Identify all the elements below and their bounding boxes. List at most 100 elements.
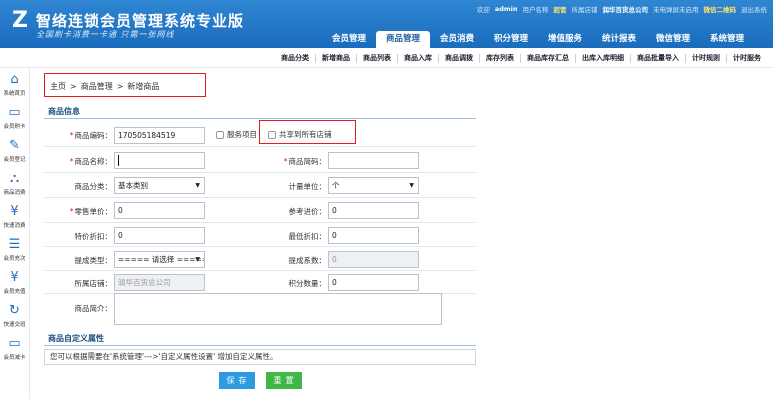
- subnav-stock-in[interactable]: 商品入库: [397, 53, 438, 63]
- nav-reports[interactable]: 统计报表: [592, 31, 646, 48]
- subnav-io-detail[interactable]: 出库入库明细: [575, 53, 630, 63]
- row-divider: [44, 197, 476, 198]
- price-label: *零售单价：: [69, 207, 112, 216]
- service-checkbox[interactable]: 服务项目: [216, 129, 257, 140]
- main-nav: 会员管理 商品管理 会员消费 积分管理 增值服务 统计报表 微信管理 系统管理: [322, 31, 754, 48]
- row-divider: [44, 270, 476, 271]
- reset-button[interactable]: 重置: [266, 372, 302, 389]
- current-user: admin: [494, 5, 518, 13]
- points-input[interactable]: 0: [328, 274, 419, 291]
- logout-link[interactable]: 退出系统: [741, 4, 767, 14]
- text-cursor: [118, 155, 119, 166]
- chevron-down-icon: ▼: [409, 182, 414, 189]
- yen-icon: ¥: [10, 204, 19, 219]
- sidebar-item-shift[interactable]: ↻ 快速交班: [0, 299, 29, 332]
- store-label: 所属店铺：: [74, 279, 113, 288]
- subnav-category[interactable]: 商品分类: [275, 54, 315, 63]
- intro-label: 商品简介：: [74, 304, 113, 313]
- sidebar: ⌂ 系统首页 ▭ 会员刷卡 ✎ 会员登记 ⛬ 商品消费 ¥ 快速消费 ☰ 会员充…: [0, 68, 30, 399]
- row-divider: [44, 146, 476, 147]
- discount-label: 特价折扣：: [74, 232, 113, 241]
- sidebar-item-recharge[interactable]: ¥ 会员充值: [0, 266, 29, 299]
- category-label: 商品分类：: [74, 182, 113, 191]
- sidebar-item-home[interactable]: ⌂ 系统首页: [0, 68, 29, 101]
- min-discount-input[interactable]: 0: [328, 227, 419, 244]
- role-value: 超管: [553, 6, 567, 14]
- sidebar-item-card[interactable]: ▭ 会员刷卡: [0, 101, 29, 134]
- role-label: 用户名称: [522, 6, 549, 14]
- intro-textarea[interactable]: [114, 293, 442, 325]
- home-icon: ⌂: [10, 72, 19, 87]
- commission-type-label: 提成类型：: [74, 256, 113, 265]
- nav-goods[interactable]: 商品管理: [376, 31, 430, 48]
- name-label: *商品名称：: [69, 157, 112, 166]
- ref-price-label: 参考进价：: [288, 207, 327, 216]
- chevron-down-icon: ▼: [195, 182, 200, 189]
- category-select[interactable]: 基本类别 ▼: [114, 177, 205, 194]
- min-discount-label: 最低折扣：: [288, 232, 327, 241]
- subnav-transfer[interactable]: 商品调拨: [438, 53, 479, 63]
- points-label: 积分数量：: [288, 279, 327, 288]
- subnav-goods-list[interactable]: 商品列表: [356, 53, 397, 63]
- custom-attribute-note: 您可以根据需要在'系统管理'--->'自定义属性设置' 增加自定义属性。: [44, 349, 476, 365]
- subnav-timing-rules[interactable]: 计时规则: [685, 53, 726, 63]
- nav-value-added[interactable]: 增值服务: [538, 31, 592, 48]
- subnav-stock-summary[interactable]: 商品库存汇总: [520, 53, 575, 63]
- subnav-stock-list[interactable]: 库存列表: [479, 53, 520, 63]
- refresh-icon: ↻: [9, 303, 20, 318]
- section-divider: [44, 345, 476, 346]
- sidebar-item-goods-consume[interactable]: ⛬ 商品消费: [0, 167, 29, 200]
- sidebar-item-register[interactable]: ✎ 会员登记: [0, 134, 29, 167]
- subnav-batch-import[interactable]: 商品批量导入: [630, 53, 685, 63]
- nav-system[interactable]: 系统管理: [700, 31, 754, 48]
- sidebar-item-card-reduce[interactable]: ▭ 会员减卡: [0, 332, 29, 365]
- name-input[interactable]: [114, 152, 205, 169]
- short-code-input[interactable]: [328, 152, 419, 169]
- card-icon: ▭: [8, 105, 21, 120]
- app-slogan: 全国刷卡消费一卡通 只需一张网线: [36, 30, 175, 39]
- app-title: 智络连锁会员管理系统专业版: [36, 12, 245, 30]
- commission-type-select[interactable]: ===== 请选择 ===== ▼: [114, 251, 205, 268]
- app-header: Z 智络连锁会员管理系统专业版 全国刷卡消费一卡通 只需一张网线 欢迎 admi…: [0, 0, 773, 48]
- top-status-bar: 欢迎 admin 用户名称 超管 所属店铺 润华百货总公司 未电弹屏未启用 微信…: [477, 4, 767, 14]
- chevron-down-icon: ▼: [195, 256, 200, 263]
- store-label: 所属店铺: [571, 6, 598, 14]
- welcome-text: 欢迎: [476, 6, 490, 14]
- nav-wechat[interactable]: 微信管理: [646, 31, 700, 48]
- price-input[interactable]: 0: [114, 202, 205, 219]
- commission-rate-input: 0: [328, 251, 419, 268]
- logo-icon: Z: [12, 8, 28, 33]
- nav-consume[interactable]: 会员消费: [430, 31, 484, 48]
- register-icon: ✎: [9, 138, 20, 153]
- store-value: 润华百货总公司: [602, 6, 649, 14]
- store-input: 润华百货总公司: [114, 274, 205, 291]
- discount-input[interactable]: 0: [114, 227, 205, 244]
- section-title-goods-info: 商品信息: [48, 107, 80, 116]
- row-divider: [44, 172, 476, 173]
- nav-points[interactable]: 积分管理: [484, 31, 538, 48]
- unit-select[interactable]: 个 ▼: [328, 177, 419, 194]
- bag-icon: ⛬: [9, 171, 20, 186]
- highlight-box-share: [259, 120, 356, 144]
- row-divider: [44, 222, 476, 223]
- nav-member[interactable]: 会员管理: [322, 31, 376, 48]
- sidebar-item-quick-consume[interactable]: ¥ 快速消费: [0, 200, 29, 233]
- checkbox-icon: [216, 130, 224, 139]
- subnav-add-goods[interactable]: 新增商品: [315, 53, 356, 63]
- wechat-qr-link[interactable]: 微信二维码: [704, 4, 737, 14]
- code-input[interactable]: 170505184519: [114, 127, 205, 144]
- ref-price-input[interactable]: 0: [328, 202, 419, 219]
- short-code-label: *商品简码：: [283, 157, 326, 166]
- commission-rate-label: 提成系数：: [288, 256, 327, 265]
- sub-nav: 商品分类 新增商品 商品列表 商品入库 商品调拨 库存列表 商品库存汇总 出库入…: [0, 48, 773, 68]
- unit-label: 计量单位：: [288, 182, 327, 191]
- row-divider: [44, 246, 476, 247]
- section-divider: [44, 118, 476, 119]
- code-label: *商品编码：: [69, 131, 112, 140]
- sms-status: 未电弹屏未启用: [653, 6, 699, 14]
- sidebar-item-recharge-times[interactable]: ☰ 会员充次: [0, 233, 29, 266]
- highlight-box-breadcrumb: [44, 73, 206, 97]
- list-icon: ☰: [8, 237, 21, 252]
- save-button[interactable]: 保存: [219, 372, 255, 389]
- subnav-timing-service[interactable]: 计时服务: [726, 53, 767, 63]
